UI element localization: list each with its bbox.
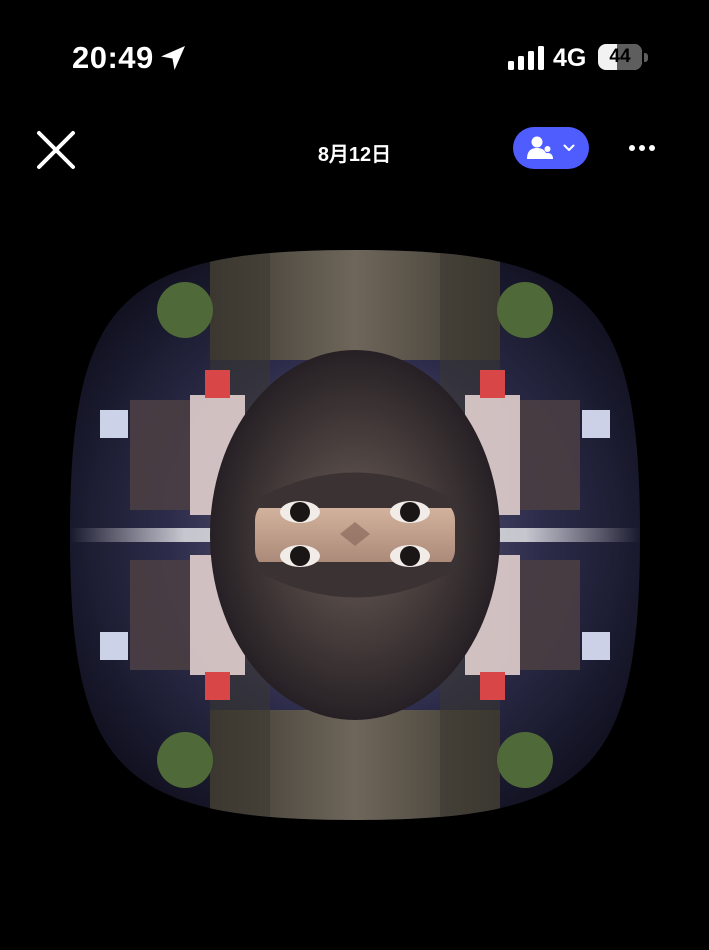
status-time: 20:49 — [72, 40, 154, 75]
cellular-signal-icon — [508, 46, 544, 70]
photo-date: 8月12日 — [317, 144, 392, 166]
people-icon — [527, 136, 553, 159]
close-button[interactable] — [34, 128, 78, 172]
photo-image[interactable] — [70, 250, 640, 820]
photo-nav-bar: 8月12日 — [0, 120, 709, 180]
status-bar: 20:49 4G 44 — [0, 0, 709, 110]
battery-icon: 44 — [598, 44, 650, 70]
close-icon — [37, 131, 75, 169]
more-options-button[interactable] — [620, 134, 664, 164]
shared-library-button[interactable] — [513, 127, 589, 169]
battery-level: 44 — [609, 46, 631, 67]
location-arrow-icon — [161, 46, 185, 70]
network-type: 4G — [553, 44, 587, 72]
chevron-down-icon — [563, 144, 575, 151]
